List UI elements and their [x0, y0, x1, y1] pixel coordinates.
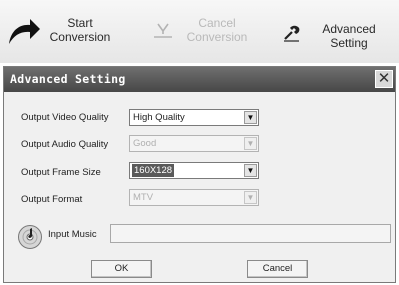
start-conversion-button[interactable]: Start Conversion [4, 4, 124, 56]
main-toolbar: Start Conversion Cancel Conversion Advan… [0, 0, 399, 63]
advanced-setting-dialog: Advanced Setting ✕ Output Video Quality … [3, 66, 396, 283]
chevron-down-icon: ▼ [244, 191, 257, 204]
cancel-button[interactable]: Cancel [247, 260, 308, 278]
format-value: MTV [133, 192, 154, 203]
audio-quality-select: Good ▼ [129, 135, 259, 152]
cancel-conversion-button[interactable]: Cancel Conversion [152, 4, 256, 56]
start-conversion-label: Start Conversion [49, 16, 111, 44]
advanced-setting-button[interactable]: Advanced Setting [276, 4, 394, 56]
cancel-conversion-label: Cancel Conversion [186, 16, 248, 44]
video-quality-value: High Quality [133, 112, 185, 123]
input-music-label: Input Music [48, 229, 97, 240]
close-icon[interactable]: ✕ [375, 70, 393, 88]
video-quality-label: Output Video Quality [21, 112, 109, 123]
cancel-icon [154, 23, 172, 38]
audio-quality-label: Output Audio Quality [21, 139, 109, 150]
curved-arrow-icon [9, 19, 40, 44]
ok-button[interactable]: OK [91, 260, 152, 278]
frame-size-value: 160X128 [132, 164, 175, 177]
chevron-down-icon: ▼ [244, 111, 257, 124]
chevron-down-icon: ▼ [244, 137, 257, 150]
settings-icon [284, 25, 300, 42]
dialog-titlebar[interactable]: Advanced Setting ✕ [4, 67, 395, 92]
video-quality-select[interactable]: High Quality ▼ [129, 109, 259, 126]
format-label: Output Format [21, 194, 83, 205]
chevron-down-icon: ▼ [244, 164, 257, 177]
audio-quality-value: Good [133, 138, 157, 149]
dialog-title: Advanced Setting [10, 72, 126, 86]
advanced-setting-label: Advanced Setting [322, 22, 376, 50]
frame-size-select[interactable]: 160X128 ▼ [129, 162, 259, 179]
frame-size-label: Output Frame Size [21, 167, 101, 178]
input-music-field[interactable] [110, 224, 391, 243]
music-disc-icon[interactable] [17, 224, 43, 250]
format-select: MTV ▼ [129, 189, 259, 206]
